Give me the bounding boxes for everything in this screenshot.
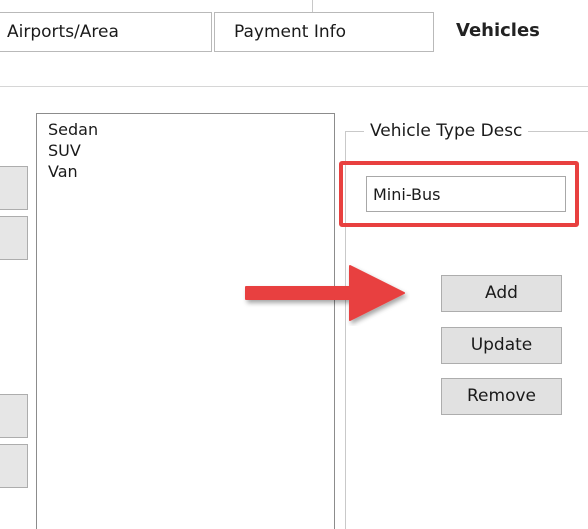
tab-payment-info[interactable]: Payment Info <box>214 12 434 52</box>
left-edge-button-4[interactable] <box>0 444 28 488</box>
remove-button[interactable]: Remove <box>441 378 562 415</box>
tab-vehicles[interactable]: Vehicles <box>456 12 540 52</box>
vehicles-settings-window: Airports/Area Payment Info Vehicles Seda… <box>0 0 588 529</box>
vehicle-type-desc-legend: Vehicle Type Desc <box>364 120 529 142</box>
tab-airports-area-label: Airports/Area <box>7 22 119 42</box>
left-edge-button-2[interactable] <box>0 216 28 260</box>
list-item-sedan[interactable]: Sedan <box>48 120 98 140</box>
left-edge-button-3[interactable] <box>0 394 28 438</box>
header-separator <box>0 86 588 87</box>
tab-payment-info-label: Payment Info <box>234 22 347 42</box>
left-edge-button-1[interactable] <box>0 166 28 210</box>
tab-vehicles-label: Vehicles <box>456 20 540 41</box>
tab-airports-area[interactable]: Airports/Area <box>0 12 212 52</box>
tab-divider <box>312 0 313 12</box>
add-button[interactable]: Add <box>441 275 562 312</box>
list-item-suv[interactable]: SUV <box>48 141 81 161</box>
arrow-right-icon <box>245 265 405 321</box>
input-highlight-box <box>339 161 579 227</box>
list-item-van[interactable]: Van <box>48 162 78 182</box>
update-button[interactable]: Update <box>441 327 562 364</box>
